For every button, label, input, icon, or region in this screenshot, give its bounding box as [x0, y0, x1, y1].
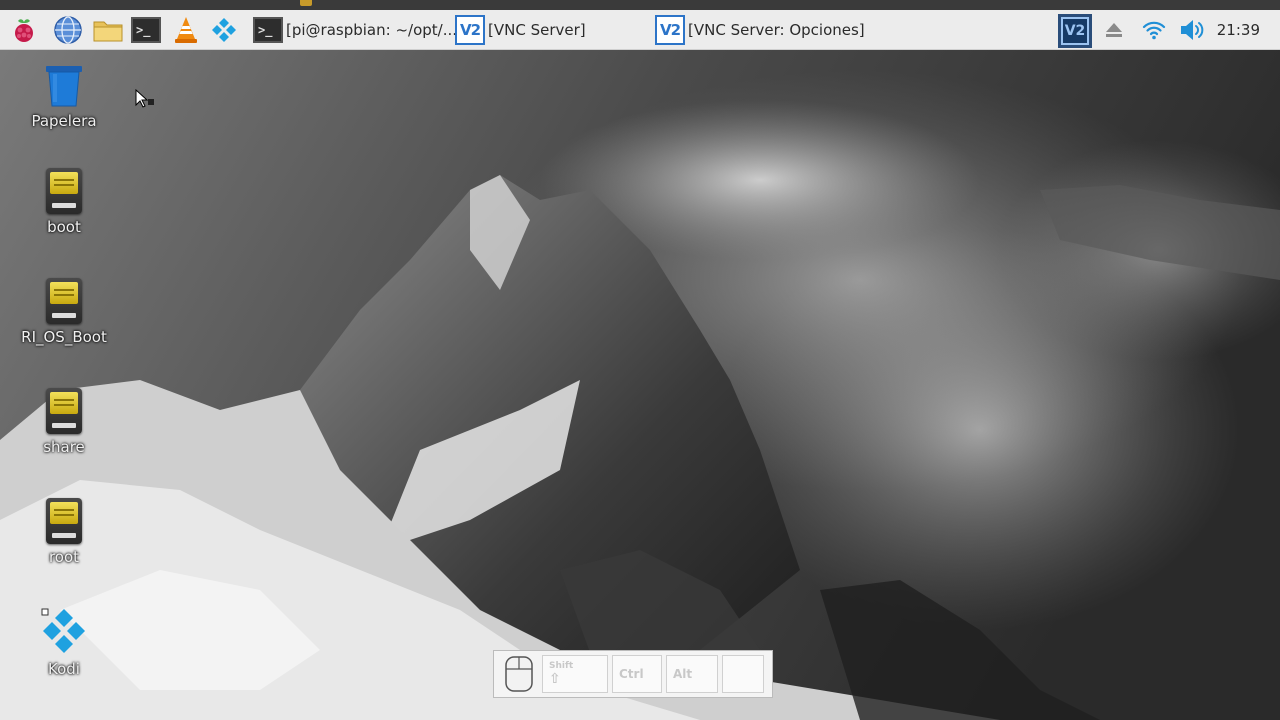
desktop-item-label: boot — [47, 218, 81, 236]
desktop-item-trash[interactable]: Papelera — [9, 64, 119, 130]
wallpaper-mountain — [0, 50, 1280, 720]
kodi-icon[interactable] — [208, 14, 240, 46]
vnc-icon: V2 — [654, 14, 686, 46]
keyboard-overlay: Shift ⇧ Ctrl Alt — [493, 650, 773, 698]
eject-icon[interactable] — [1098, 14, 1130, 46]
desktop-item-kodi[interactable]: Kodi — [9, 606, 119, 678]
ctrl-key[interactable]: Ctrl — [612, 655, 662, 693]
desktop-item-boot[interactable]: boot — [9, 168, 119, 236]
drive-icon — [46, 278, 82, 324]
vnc-icon: V2 — [454, 14, 486, 46]
task-vnc-server[interactable]: V2 [VNC Server] — [454, 14, 650, 46]
vnc-tray-glyph: V2 — [1061, 17, 1089, 45]
window-top-strip-marker — [300, 0, 312, 6]
file-manager-icon[interactable] — [92, 14, 124, 46]
mouse-toggle[interactable] — [500, 654, 538, 694]
vnc-tray-icon[interactable]: V2 — [1058, 14, 1092, 48]
desktop: Papelera boot RI_OS_Boot share root Kodi… — [0, 50, 1280, 720]
trash-icon — [46, 66, 82, 107]
extra-key[interactable] — [722, 655, 764, 693]
shift-key-label: Shift — [549, 661, 574, 671]
kodi-icon — [41, 608, 85, 653]
terminal-icon: >_ — [252, 14, 284, 46]
clock[interactable]: 21:39 — [1217, 10, 1260, 50]
desktop-item-label: Kodi — [48, 660, 80, 678]
ctrl-key-label: Ctrl — [619, 667, 644, 681]
task-terminal[interactable]: >_ [pi@raspbian: ~/opt/... — [252, 14, 457, 46]
desktop-item-label: root — [48, 548, 80, 566]
desktop-item-label: Papelera — [31, 112, 97, 130]
drive-icon — [46, 498, 82, 544]
raspberry-menu-icon[interactable] — [8, 14, 40, 46]
vlc-icon[interactable] — [170, 14, 202, 46]
task-label: [pi@raspbian: ~/opt/... — [286, 21, 458, 39]
desktop-item-label: RI_OS_Boot — [21, 328, 107, 346]
terminal-glyph: >_ — [131, 17, 161, 43]
task-label: [VNC Server: Opciones] — [688, 21, 865, 39]
window-top-strip — [0, 0, 1280, 10]
desktop-item-label: share — [43, 438, 85, 456]
web-browser-icon[interactable] — [52, 14, 84, 46]
terminal-icon[interactable]: >_ — [130, 14, 162, 46]
taskbar: >_ >_ [pi@raspbian: ~/opt/... V2 [VNC Se… — [0, 10, 1280, 50]
task-label: [VNC Server] — [488, 21, 586, 39]
desktop-item-ri-os-boot[interactable]: RI_OS_Boot — [9, 278, 119, 346]
alt-key[interactable]: Alt — [666, 655, 718, 693]
mouse-cursor-icon — [135, 89, 154, 108]
mouse-icon — [505, 656, 533, 692]
shift-arrow-icon: ⇧ — [549, 671, 561, 687]
alt-key-label: Alt — [673, 667, 693, 681]
task-vnc-options[interactable]: V2 [VNC Server: Opciones] — [654, 14, 894, 46]
drive-icon — [46, 388, 82, 434]
drive-icon — [46, 168, 82, 214]
desktop-item-root[interactable]: root — [9, 498, 119, 566]
desktop-item-share[interactable]: share — [9, 388, 119, 456]
volume-icon[interactable] — [1176, 14, 1208, 46]
shift-key[interactable]: Shift ⇧ — [542, 655, 608, 693]
wifi-icon[interactable] — [1138, 14, 1170, 46]
